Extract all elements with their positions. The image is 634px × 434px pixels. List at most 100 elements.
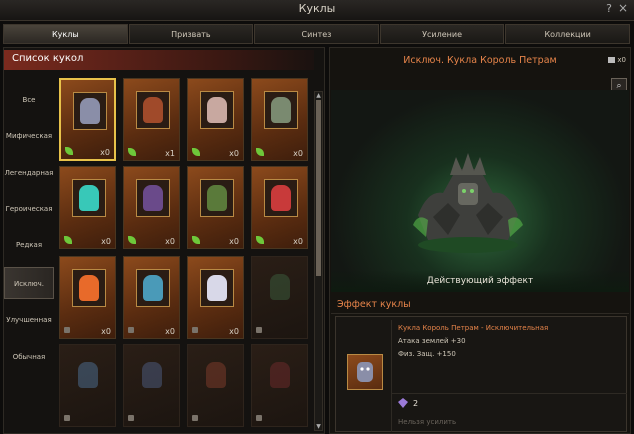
lock-icon [256,327,262,333]
doll-count: x0 [165,327,175,336]
doll-card[interactable] [251,256,308,339]
doll-card[interactable] [59,344,116,427]
doll-effect-heading: Эффект куклы [331,296,629,314]
lock-icon [192,415,198,421]
doll-detail-title: Исключ. Кукла Король Петрам [403,55,557,66]
effect-doll-name: Кукла Король Петрам - Исключительная [398,324,549,332]
doll-list-header: Список кукол [4,50,314,70]
doll-portrait [206,362,226,388]
doll-card[interactable]: x0 [251,78,308,161]
doll-portrait [78,362,98,388]
doll-portrait-frame [200,357,232,393]
doll-portrait-frame [264,179,298,217]
doll-count-value: x0 [617,56,626,64]
lock-icon [128,415,134,421]
scroll-up-icon[interactable]: ▲ [315,92,322,99]
doll-portrait [143,97,163,123]
doll-owned-count: x0 [608,56,626,64]
doll-portrait-frame [136,357,168,393]
tab-dolls[interactable]: Куклы [3,24,128,44]
leaf-icon [64,236,72,244]
doll-portrait-frame [72,357,104,393]
doll-portrait [79,275,99,301]
leaf-icon [128,148,136,156]
doll-count: x1 [165,149,175,158]
category-all[interactable]: Все [4,84,54,116]
doll-card[interactable] [251,344,308,427]
doll-portrait [207,275,227,301]
lock-icon [128,327,134,333]
doll-portrait-frame [200,179,234,217]
lock-icon [192,327,198,333]
doll-statue-model [413,153,523,253]
upgrade-note: Нельзя усилить [398,418,457,426]
effect-doll-portrait [347,354,383,390]
doll-portrait-frame [264,269,296,305]
doll-card[interactable]: x1 [123,78,180,161]
lock-icon [256,415,262,421]
doll-card[interactable]: x0 [187,256,244,339]
scroll-down-icon[interactable]: ▼ [315,423,322,430]
doll-portrait-frame [72,269,106,307]
leaf-icon [256,236,264,244]
doll-portrait [80,98,100,124]
doll-portrait-frame [264,91,298,129]
effect-stat-1: Атака землей +30 [398,337,466,345]
title-bar: Куклы ? × [0,0,634,21]
doll-count: x0 [165,237,175,246]
doll-card[interactable] [187,344,244,427]
tab-collections[interactable]: Коллекции [505,24,630,44]
doll-count: x0 [101,327,111,336]
doll-portrait-icon [357,362,373,382]
doll-count-icon [608,57,616,63]
doll-card[interactable] [123,344,180,427]
doll-card[interactable]: x0 [251,166,308,249]
leaf-icon [192,148,200,156]
doll-count: x0 [229,149,239,158]
doll-card[interactable]: x0 [123,256,180,339]
effect-stat-2: Физ. Защ. +150 [398,350,456,358]
doll-portrait [79,185,99,211]
doll-portrait-frame [136,269,170,307]
doll-card[interactable]: x0 [187,78,244,161]
tab-summon[interactable]: Призвать [128,24,254,44]
doll-count: x0 [293,149,303,158]
doll-list-scrollbar[interactable]: ▲ ▼ [314,91,323,431]
doll-portrait-frame [72,179,106,217]
close-icon[interactable]: × [618,1,628,15]
gem-count: 2 [413,399,419,408]
lock-icon [64,327,70,333]
lock-icon [64,415,70,421]
active-effect-button[interactable]: Действующий эффект [331,270,629,292]
doll-card[interactable]: x0 [187,166,244,249]
tab-bar: Куклы Призвать Синтез Усиление Коллекции [3,24,631,44]
help-icon[interactable]: ? [606,2,612,15]
doll-portrait [270,362,290,388]
tab-synthesis[interactable]: Синтез [254,24,379,44]
doll-list-title: Список кукол [12,53,84,64]
window-title: Куклы [298,2,336,15]
doll-count: x0 [229,237,239,246]
doll-count: x0 [229,327,239,336]
category-mythic[interactable]: Мифическая [4,120,54,152]
category-rare[interactable]: Редкая [4,229,54,261]
doll-portrait-frame [73,92,107,130]
scroll-thumb[interactable] [316,100,321,276]
category-heroic[interactable]: Героическая [4,193,54,225]
category-exclusive[interactable]: Исключ. [4,267,54,299]
doll-card[interactable]: x0 [123,166,180,249]
effect-divider [391,320,392,432]
doll-count: x0 [293,237,303,246]
doll-card[interactable]: x0 [59,256,116,339]
doll-card[interactable]: x0 [59,78,116,161]
category-legendary[interactable]: Легендарная [4,157,54,189]
category-common[interactable]: Обычная [4,341,54,373]
doll-portrait [143,185,163,211]
doll-portrait [271,185,291,211]
doll-portrait-frame [136,179,170,217]
doll-card[interactable]: x0 [59,166,116,249]
tab-enhance[interactable]: Усиление [379,24,505,44]
doll-portrait [271,97,291,123]
doll-portrait [207,185,227,211]
category-improved[interactable]: Улучшенная [4,304,54,336]
